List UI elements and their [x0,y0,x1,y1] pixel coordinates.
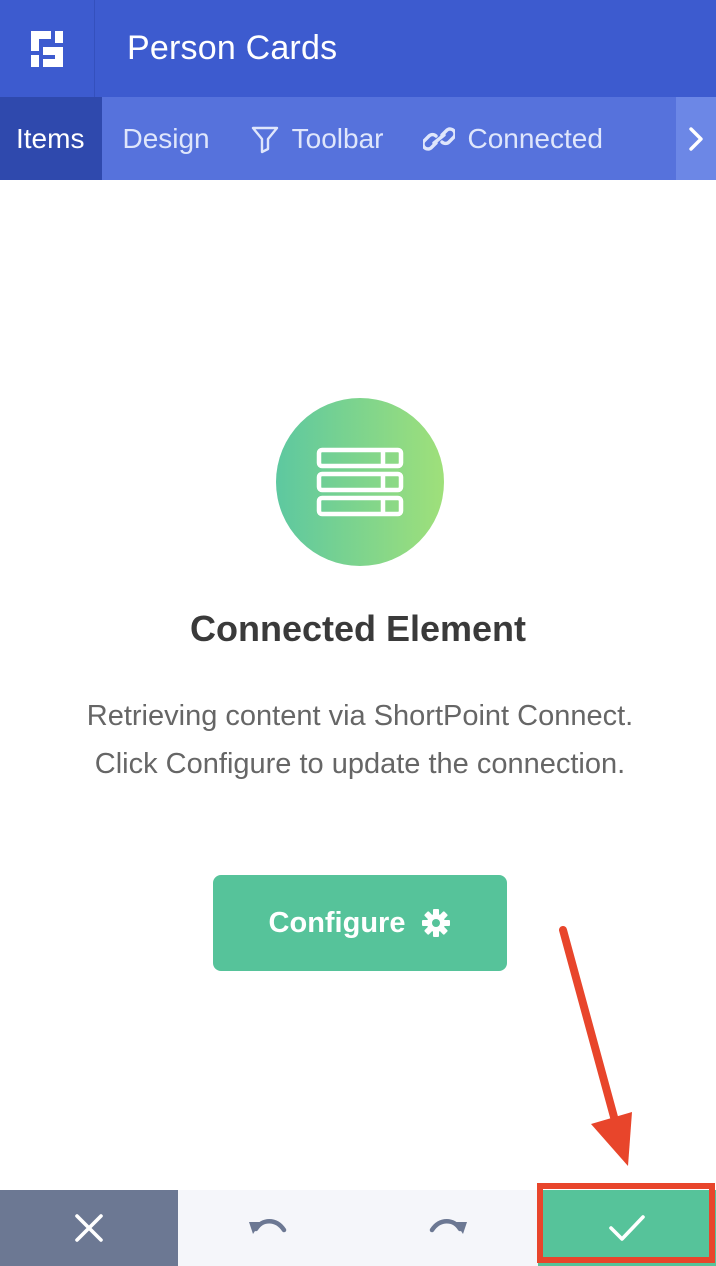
server-list-icon [316,447,404,517]
app-header: Person Cards [0,0,716,97]
page-title: Person Cards [127,29,338,67]
connected-element-badge [276,398,444,566]
tab-items[interactable]: Items [0,97,103,180]
undo-button[interactable] [178,1190,358,1266]
footer-toolbar [0,1190,716,1266]
tab-label: Toolbar [291,122,384,154]
chevron-right-icon [689,126,703,151]
description-text: Retrieving content via ShortPoint Connec… [86,700,634,780]
filter-icon [250,124,280,154]
tab-label: Connected [467,122,603,154]
close-icon [75,1214,103,1242]
tab-connected[interactable]: Connected [403,97,622,180]
redo-button[interactable] [358,1190,538,1266]
confirm-button[interactable] [538,1190,716,1266]
section-heading: Connected Element [189,608,527,649]
configure-button[interactable]: Configure [213,875,507,971]
gear-icon [421,908,451,938]
tabs-scroll-right-button[interactable] [676,97,716,180]
tab-label: Design [122,122,210,154]
logo[interactable] [0,0,95,97]
undo-icon [249,1219,287,1234]
configure-label: Configure [268,906,406,939]
shortpoint-logo-icon [31,30,63,67]
tab-bar: Items Design Toolbar Connected [0,97,716,180]
redo-icon [429,1219,467,1234]
checkmark-icon [609,1215,645,1241]
tab-design[interactable]: Design [102,97,229,180]
close-button[interactable] [0,1190,178,1266]
tab-toolbar[interactable]: Toolbar [230,97,404,180]
main-content: Connected Element Retrieving content via… [0,180,716,1190]
tab-label: Items [16,122,85,154]
link-icon [423,124,456,154]
